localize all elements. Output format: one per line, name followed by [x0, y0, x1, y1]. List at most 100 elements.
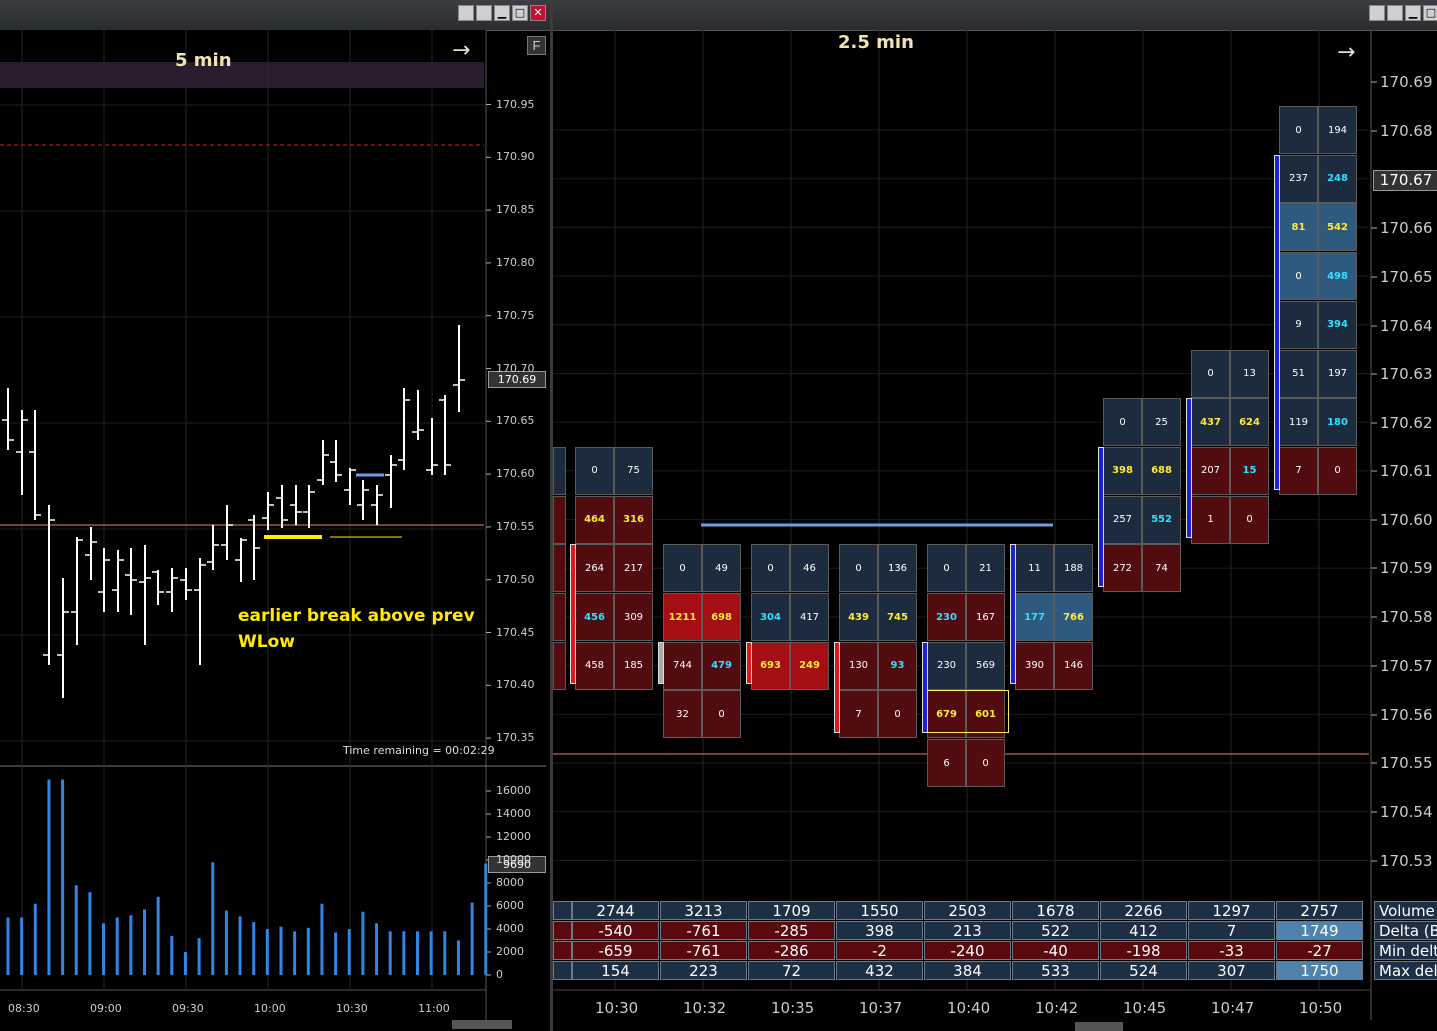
- footprint-bid-cell: 130: [839, 641, 878, 690]
- stats-cell: -27: [1276, 941, 1363, 960]
- footprint-bid-cell: 32: [663, 690, 702, 739]
- left-price-tick-label: 170.55: [496, 519, 535, 533]
- footprint-bid-cell: 0: [575, 446, 614, 495]
- left-price-chart[interactable]: [0, 0, 550, 1031]
- volume-bar-0: [6, 917, 10, 975]
- left-price-tick-label: 170.35: [496, 731, 535, 745]
- footprint-bid-cell: 458: [575, 641, 614, 690]
- footprint-bid-cell: 264: [575, 544, 614, 593]
- delta-side-bar: [1098, 446, 1104, 587]
- stats-cell: -2: [836, 941, 923, 960]
- footprint-ask-cell: 146: [1054, 641, 1093, 690]
- stats-cell: -40: [1012, 941, 1099, 960]
- partial-cell: [553, 495, 566, 544]
- stats-partial-cell: [553, 941, 572, 960]
- delta-side-bar: [1274, 154, 1280, 490]
- footprint-ask-cell: 46: [790, 544, 829, 593]
- volume-bar-19: [265, 929, 269, 975]
- footprint-ask-cell: 698: [702, 593, 741, 641]
- footprint-ask-cell: 316: [614, 495, 653, 544]
- volume-bar-23: [320, 903, 324, 975]
- right-price-tick-label: 170.59: [1380, 559, 1433, 577]
- footprint-ask-cell: 15: [1230, 446, 1269, 495]
- footprint-bid-cell: 464: [575, 495, 614, 544]
- stats-cell: 2744: [572, 901, 659, 920]
- right-price-tick-label: 170.53: [1380, 852, 1433, 870]
- volume-bar-11: [156, 896, 160, 975]
- stats-cell: 307: [1188, 961, 1275, 980]
- volume-bar-20: [279, 926, 283, 975]
- right-time-tick-label: 10:45: [1123, 999, 1167, 1017]
- right-time-tick-label: 10:50: [1299, 999, 1343, 1017]
- volume-bar-24: [334, 932, 338, 975]
- delta-side-bar: [922, 641, 928, 734]
- left-time-tick-label: 10:30: [336, 1002, 368, 1015]
- footprint-ask-cell: 309: [614, 593, 653, 641]
- volume-bar-27: [375, 923, 379, 975]
- footprint-bid-cell: 230: [927, 641, 966, 690]
- poc-highlight-box: [927, 690, 1009, 734]
- right-price-tick-label: 170.61: [1380, 462, 1433, 480]
- footprint-bid-cell: 390: [1015, 641, 1054, 690]
- stats-cell: 398: [836, 921, 923, 940]
- footprint-ask-cell: 185: [614, 641, 653, 690]
- right-price-tick-label: 170.62: [1380, 414, 1433, 432]
- footprint-ask-cell: 479: [702, 641, 741, 690]
- footprint-ask-cell: 248: [1318, 154, 1357, 203]
- footprint-bid-cell: 11: [1015, 544, 1054, 593]
- stats-cell: 432: [836, 961, 923, 980]
- left-scrollbar[interactable]: [452, 1020, 512, 1029]
- partial-cell: [553, 641, 566, 690]
- volume-tick-label: 14000: [496, 807, 531, 820]
- right-price-tick-label: 170.65: [1380, 268, 1433, 286]
- left-scroll-arrow-icon[interactable]: →: [452, 38, 470, 63]
- right-scroll-arrow-icon[interactable]: →: [1337, 40, 1355, 65]
- footprint-ask-cell: 766: [1054, 593, 1093, 641]
- footprint-ask-cell: 217: [614, 544, 653, 593]
- stats-row-label: Volume: [1374, 901, 1437, 920]
- volume-bar-26: [361, 911, 365, 975]
- footprint-ask-cell: 197: [1318, 349, 1357, 398]
- stats-row-label: Max delta: [1374, 961, 1437, 980]
- footprint-bid-cell: 51: [1279, 349, 1318, 398]
- left-price-tick-label: 170.80: [496, 255, 535, 269]
- volume-bar-13: [183, 952, 187, 975]
- volume-bar-31: [429, 931, 433, 975]
- volume-bar-35: [484, 863, 488, 975]
- partial-cell: [553, 446, 566, 495]
- footprint-ask-cell: 0: [878, 690, 917, 739]
- footprint-ask-cell: 0: [702, 690, 741, 739]
- delta-side-bar: [658, 641, 664, 685]
- right-time-tick-label: 10:32: [683, 999, 727, 1017]
- left-price-tick-label: 170.95: [496, 97, 535, 111]
- left-price-tick-label: 170.60: [496, 467, 535, 481]
- footprint-bid-cell: 744: [663, 641, 702, 690]
- stats-cell: -285: [748, 921, 835, 940]
- right-price-tick-label: 170.58: [1380, 608, 1433, 626]
- footprint-bid-cell: 119: [1279, 398, 1318, 447]
- delta-side-bar: [834, 641, 840, 734]
- footprint-bid-cell: 456: [575, 593, 614, 641]
- volume-bar-32: [443, 931, 447, 975]
- footprint-bid-cell: 0: [927, 544, 966, 593]
- footprint-ask-cell: 188: [1054, 544, 1093, 593]
- footprint-bid-cell: 0: [751, 544, 790, 593]
- right-scrollbar[interactable]: [1075, 1022, 1123, 1031]
- footprint-bid-cell: 7: [1279, 446, 1318, 495]
- right-price-tick-label: 170.63: [1380, 365, 1433, 383]
- right-time-tick-label: 10:30: [595, 999, 639, 1017]
- footprint-ask-cell: 136: [878, 544, 917, 593]
- footprint-ask-cell: 194: [1318, 106, 1357, 154]
- right-price-tick-label: 170.68: [1380, 122, 1433, 140]
- stats-cell: 2503: [924, 901, 1011, 920]
- stats-cell: -33: [1188, 941, 1275, 960]
- footprint-bid-cell: 177: [1015, 593, 1054, 641]
- stats-cell: 2266: [1100, 901, 1187, 920]
- footprint-ask-cell: 0: [1318, 446, 1357, 495]
- footprint-ask-cell: 0: [966, 739, 1005, 788]
- stats-cell: 522: [1012, 921, 1099, 940]
- footprint-bid-cell: 0: [1279, 106, 1318, 154]
- volume-bar-10: [143, 909, 146, 975]
- right-price-tick-label: 170.55: [1380, 754, 1433, 772]
- f-button[interactable]: F: [527, 36, 546, 55]
